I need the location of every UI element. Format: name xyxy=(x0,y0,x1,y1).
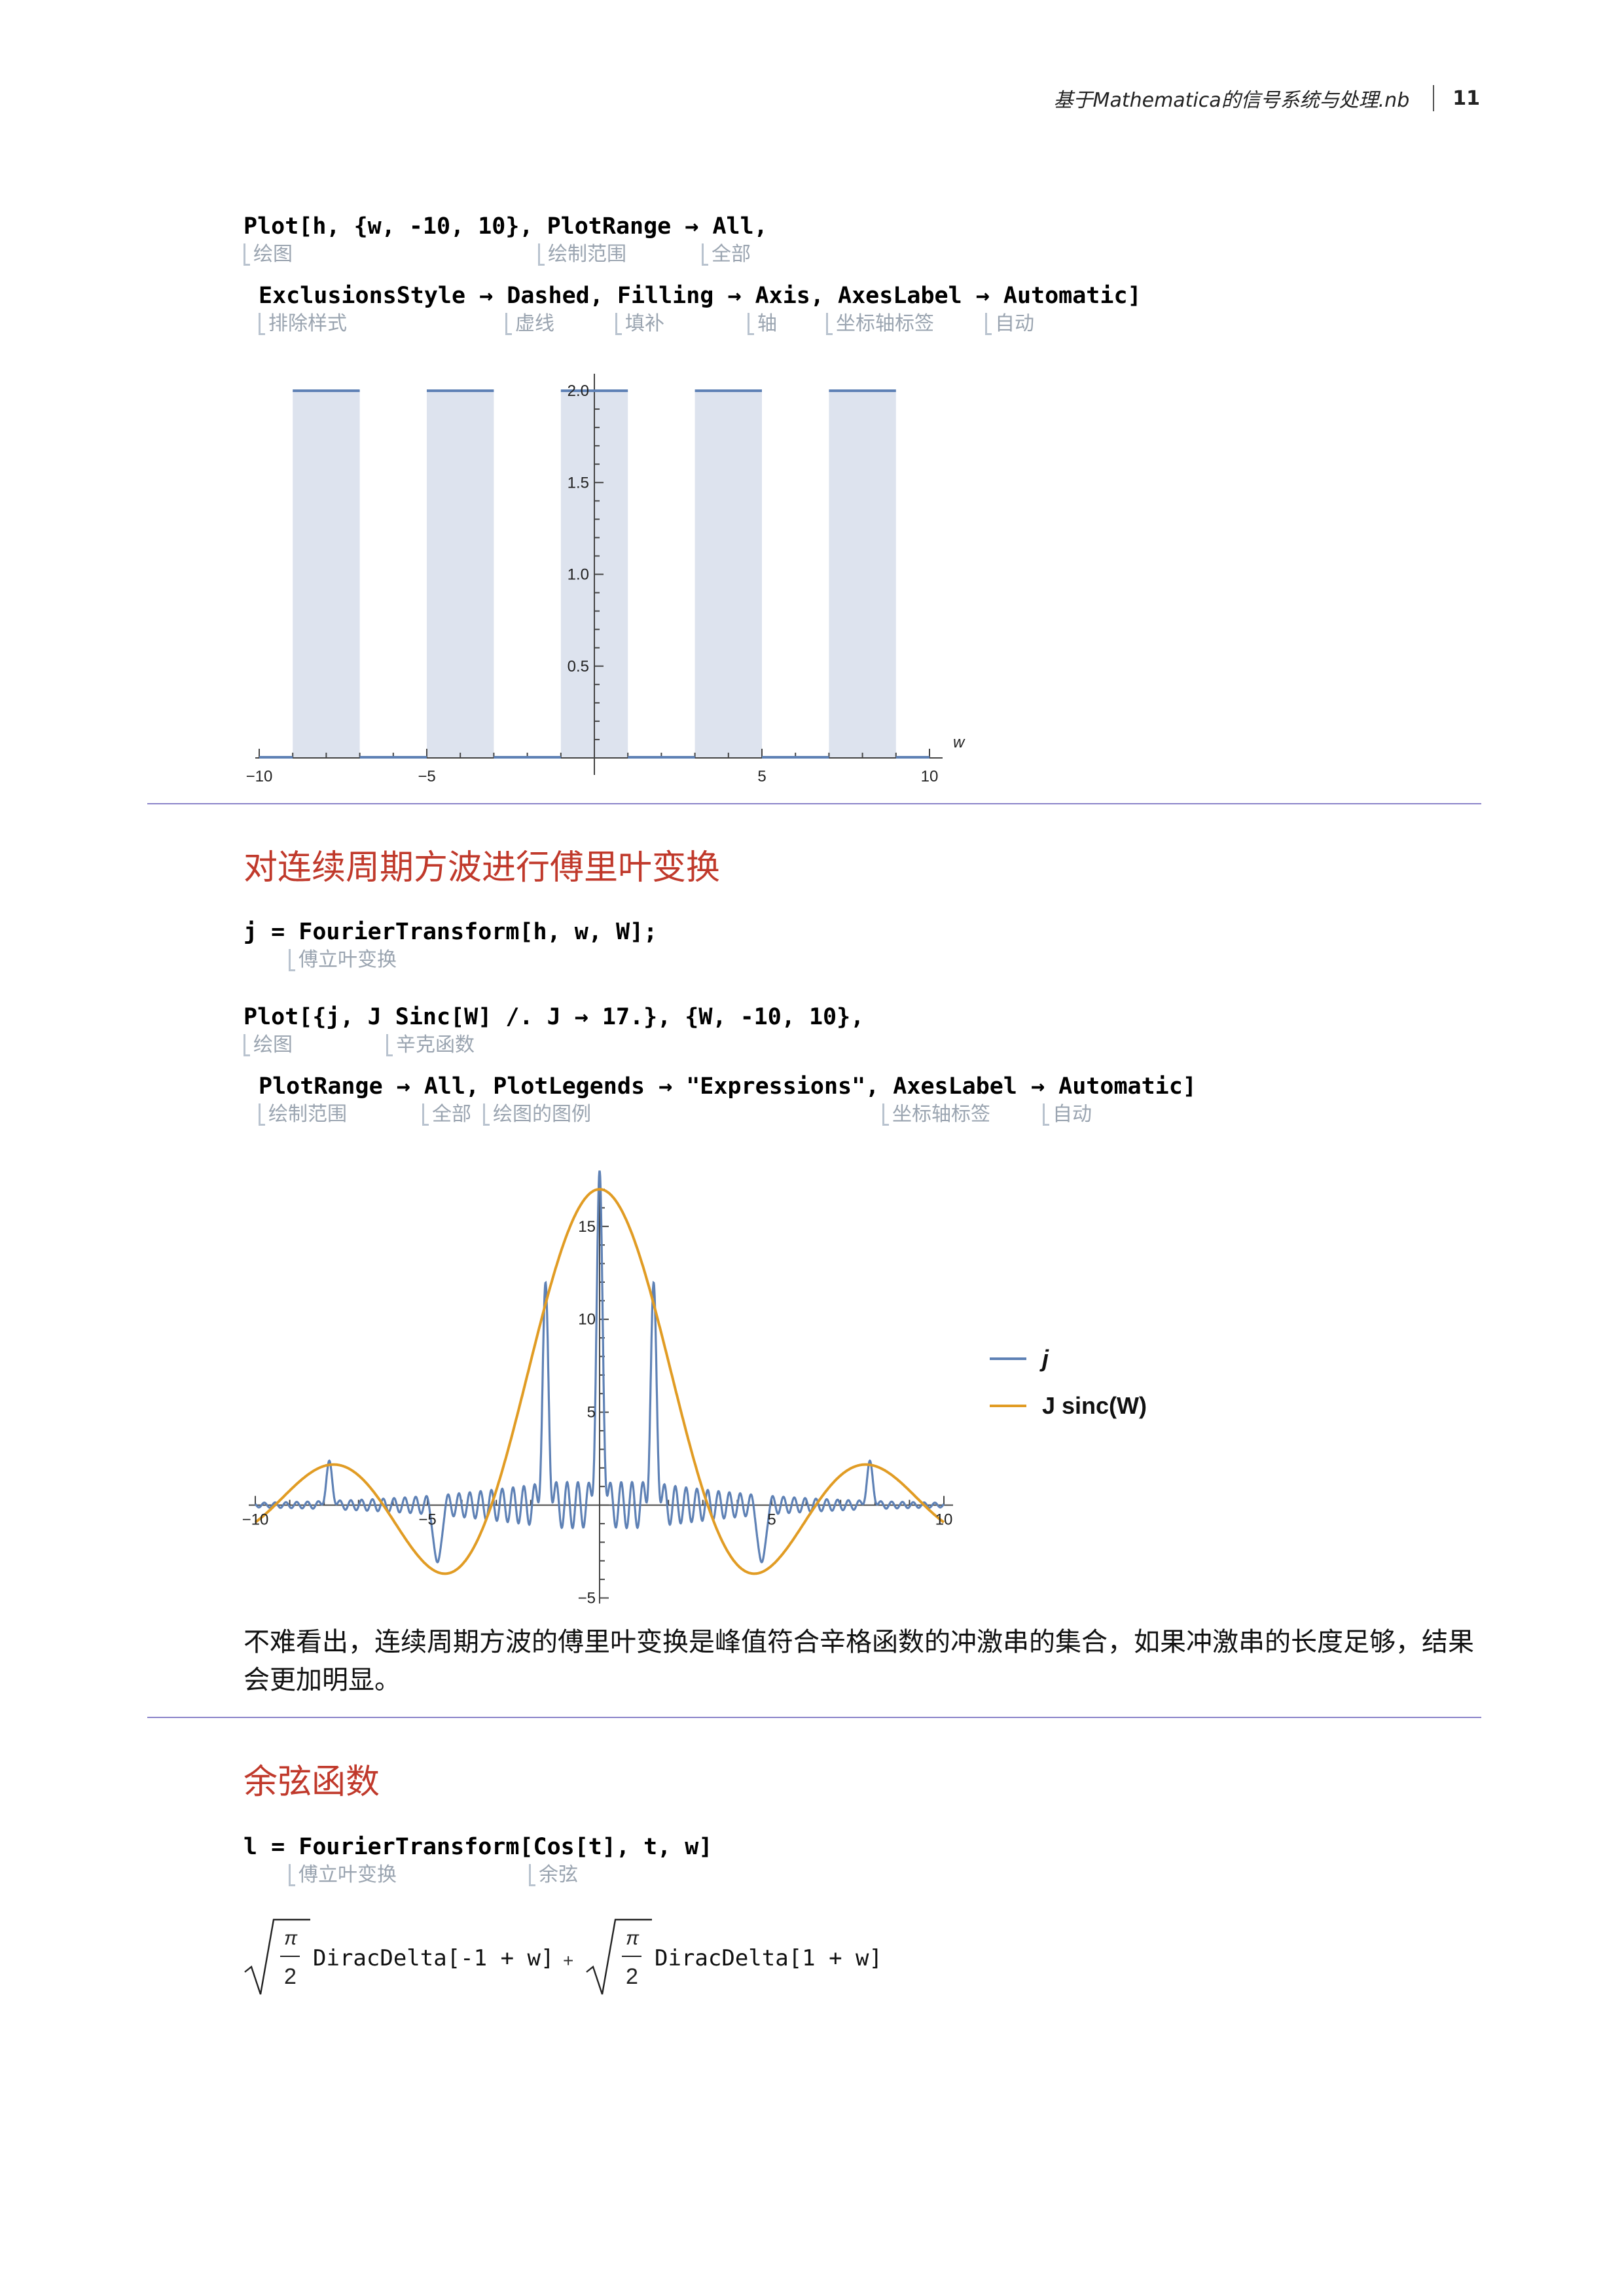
hint-automatic: 自动 xyxy=(985,313,1034,335)
hint-plot-2: 绘图 xyxy=(244,1034,293,1056)
pi-symbol-2: π xyxy=(626,1928,640,1949)
hint-all-2: 全部 xyxy=(422,1103,471,1126)
hint-fourier-transform-2: 傅立叶变换 xyxy=(289,1864,397,1886)
input-cell-3-line-2[interactable]: PlotRange → All, PlotLegends → "Expressi… xyxy=(259,1073,1197,1100)
x-tick-label: 10 xyxy=(935,1511,953,1529)
body-paragraph: 不难看出，连续周期方波的傅里叶变换是峰值符合辛格函数的冲激串的集合，如果冲激串的… xyxy=(244,1627,1474,1695)
plus-sign: + xyxy=(563,1950,573,1971)
legend-label-sinc: J sinc(W) xyxy=(1042,1392,1147,1419)
y-tick-label: −5 xyxy=(578,1589,596,1607)
y-tick-label: 15 xyxy=(578,1218,596,1236)
section-title-1: 对连续周期方波进行傅里叶变换 xyxy=(244,848,721,888)
hint-dashed: 虚线 xyxy=(505,313,554,335)
hint-axes-label: 坐标轴标签 xyxy=(826,313,934,335)
hint-filling: 填补 xyxy=(615,313,664,335)
denominator-2: 2 xyxy=(626,1964,638,1989)
output-cell-4: π 2 DiracDelta[-1 + w] + π 2 DiracDelta[… xyxy=(244,1918,882,1995)
legend-label-j: j xyxy=(1039,1345,1049,1372)
y-tick-label: 1.0 xyxy=(568,566,589,584)
x-tick-label: −10 xyxy=(242,1511,269,1529)
pulse-fill-3 xyxy=(695,391,762,758)
section-title-2: 余弦函数 xyxy=(244,1763,380,1802)
sqrt-term-2: π 2 xyxy=(586,1918,652,1995)
hint-axes-label-2: 坐标轴标签 xyxy=(882,1103,990,1126)
x-tick-label: −5 xyxy=(418,768,435,785)
input-cell-2[interactable]: j = FourierTransform[h, w, W]; xyxy=(244,919,657,945)
hint-automatic-2: 自动 xyxy=(1043,1103,1092,1126)
x-tick-label: 10 xyxy=(921,768,939,785)
pulse-fill-0 xyxy=(293,391,360,758)
notebook-title: 基于Mathematica的信号系统与处理.nb xyxy=(1053,89,1410,112)
x-tick-label: 5 xyxy=(767,1511,776,1529)
y-tick-label: 5 xyxy=(587,1404,596,1422)
cell-divider-2 xyxy=(147,1717,1481,1718)
x-tick-label: −5 xyxy=(418,1511,436,1529)
header-divider xyxy=(1433,85,1435,111)
x-tick-label: 5 xyxy=(757,768,766,785)
dirac-term-2: DiracDelta[1 + w] xyxy=(655,1945,882,1971)
hint-exclusions-style: 排除样式 xyxy=(259,313,347,335)
hint-plot-legends: 绘图的图例 xyxy=(483,1103,591,1126)
x-tick-label: −10 xyxy=(246,768,273,785)
pi-symbol-1: π xyxy=(284,1928,298,1949)
cell-divider-1 xyxy=(147,803,1481,804)
sqrt-term-1: π 2 xyxy=(244,1918,310,1995)
fourier-transform-plot: −10 −5 5 10 −5 5 10 15 j J sinc(W) xyxy=(242,1170,1147,1607)
hint-all: 全部 xyxy=(702,243,751,266)
hint-sinc: 辛克函数 xyxy=(386,1034,475,1056)
page-header: 基于Mathematica的信号系统与处理.nb 11 xyxy=(1054,84,1480,113)
input-cell-3-line-1[interactable]: Plot[{j, J Sinc[W] /. J → 17.}, {W, -10,… xyxy=(244,1004,864,1030)
input-cell-1-line-2[interactable]: ExclusionsStyle → Dashed, Filling → Axis… xyxy=(259,283,1142,309)
hint-plot: 绘图 xyxy=(244,243,293,266)
denominator-1: 2 xyxy=(284,1964,297,1989)
y-tick-label: 0.5 xyxy=(568,658,589,675)
hint-plotrange-2: 绘制范围 xyxy=(259,1103,347,1126)
y-tick-label: 10 xyxy=(578,1311,596,1329)
input-cell-1-line-1[interactable]: Plot[h, {w, -10, 10}, PlotRange → All, xyxy=(244,213,768,240)
x-axis-label: w xyxy=(953,734,965,751)
pulse-fill-4 xyxy=(829,391,896,758)
y-tick-label: 2.0 xyxy=(568,382,589,400)
pulse-fill-1 xyxy=(427,391,494,758)
square-wave-plot: −10 −5 5 10 0.5 1.0 1.5 2.0 w xyxy=(246,374,965,785)
dirac-term-1: DiracDelta[-1 + w] xyxy=(313,1945,554,1971)
hint-axis: 轴 xyxy=(748,313,777,335)
hint-cos: 余弦 xyxy=(529,1864,578,1886)
input-cell-4[interactable]: l = FourierTransform[Cos[t], t, w] xyxy=(244,1834,712,1860)
y-tick-label: 1.5 xyxy=(568,474,589,492)
hint-plotrange: 绘制范围 xyxy=(538,243,626,266)
hint-fourier-transform: 傅立叶变换 xyxy=(289,949,397,971)
page-number: 11 xyxy=(1453,86,1480,110)
